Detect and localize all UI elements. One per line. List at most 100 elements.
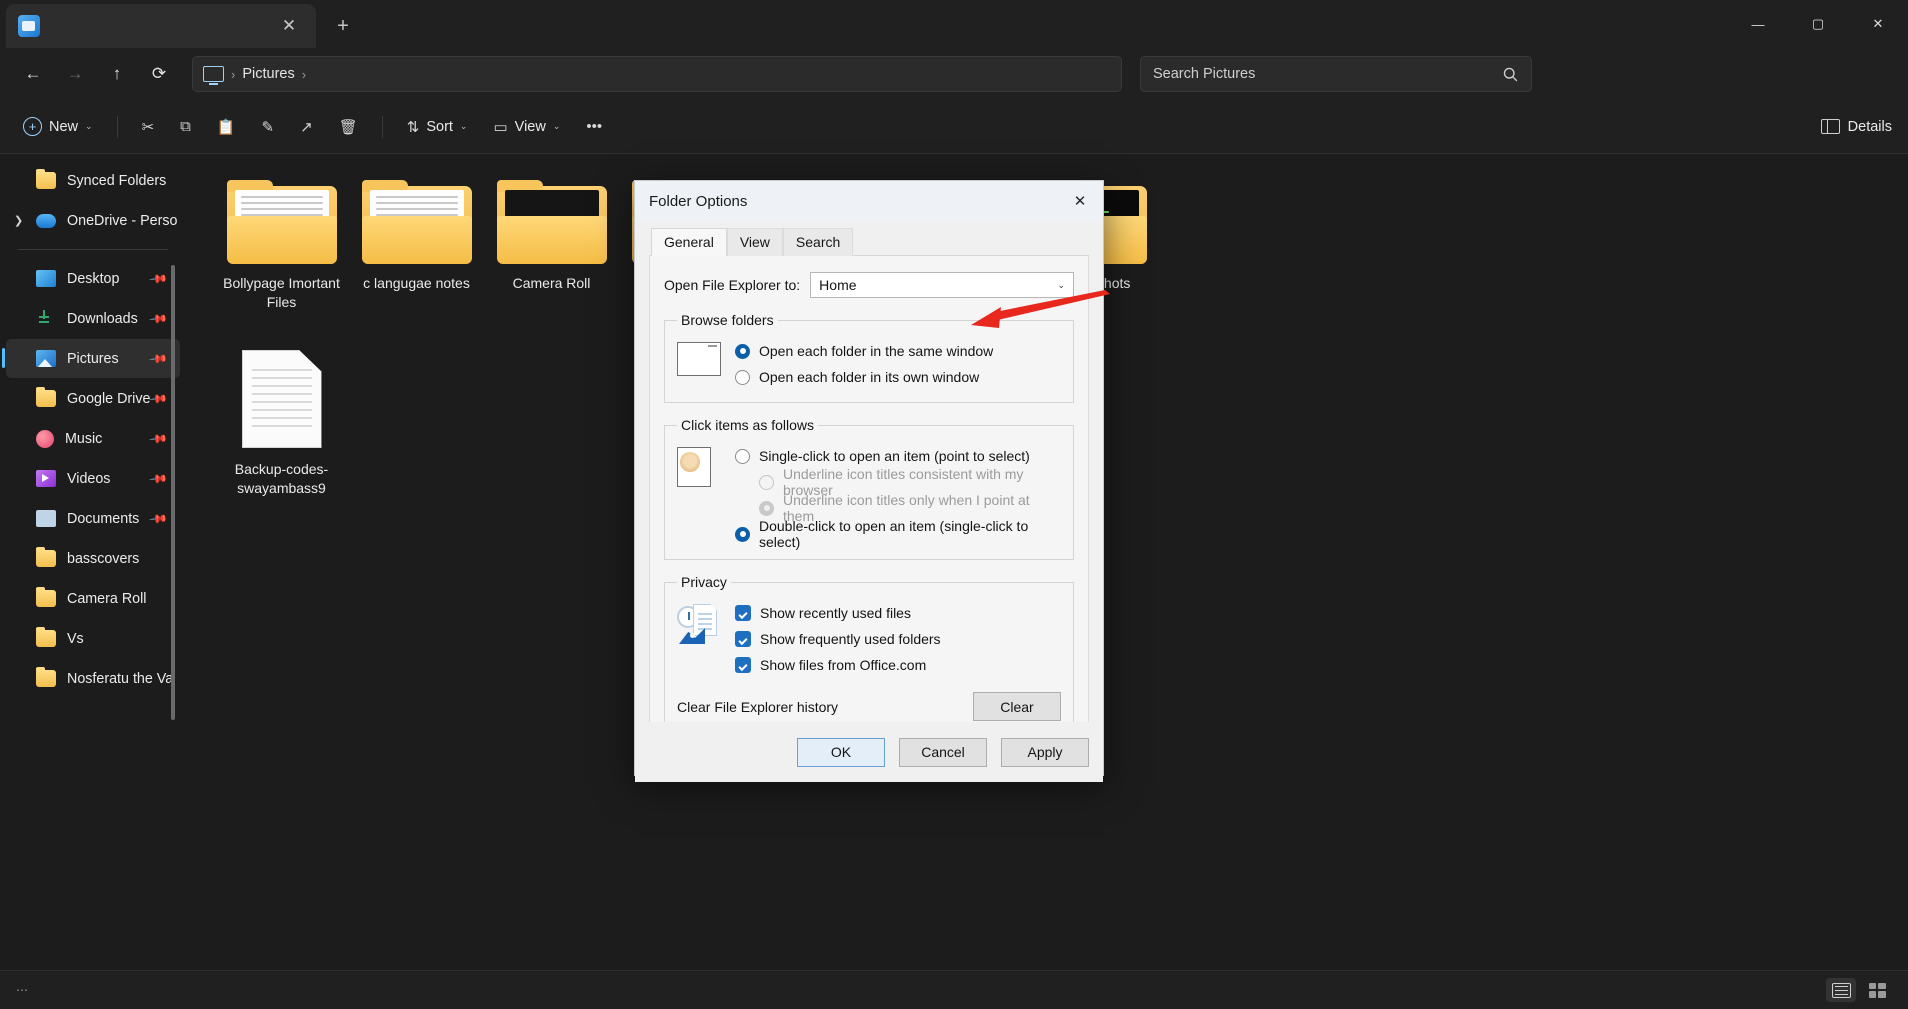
sidebar-item-downloads[interactable]: Downloads 📌 xyxy=(6,299,180,338)
apply-button[interactable]: Apply xyxy=(1001,738,1089,767)
refresh-button[interactable]: ⟳ xyxy=(140,57,178,91)
maximize-button[interactable]: ▢ xyxy=(1788,0,1848,48)
sidebar-item-documents[interactable]: Documents 📌 xyxy=(6,499,180,538)
checkbox-label: Show files from Office.com xyxy=(760,657,926,673)
close-window-button[interactable]: ✕ xyxy=(1848,0,1908,48)
sidebar-item-music[interactable]: Music 📌 xyxy=(6,419,180,458)
checkbox-frequently-used-folders[interactable]: Show frequently used folders xyxy=(735,626,1061,652)
cancel-button[interactable]: Cancel xyxy=(899,738,987,767)
clear-button[interactable]: Clear xyxy=(973,692,1061,721)
pin-icon: 📌 xyxy=(148,468,168,488)
radio-icon xyxy=(735,527,750,542)
radio-open-same-window[interactable]: Open each folder in the same window xyxy=(735,338,1061,364)
grid-item-label: Bollypage Imortant Files xyxy=(218,274,346,312)
file-explorer-window: ✕ + — ▢ ✕ ← → ↑ ⟳ › Pictures › Search Pi… xyxy=(0,0,1908,1009)
status-left: ⋯ xyxy=(16,983,28,997)
copy-button[interactable]: ⧉ xyxy=(169,109,202,145)
chevron-right-icon[interactable]: ❯ xyxy=(14,214,23,227)
breadcrumb-separator-2: › xyxy=(302,67,306,82)
tab-view[interactable]: View xyxy=(727,228,783,256)
sidebar-item-synced-folders[interactable]: Synced Folders xyxy=(6,161,180,200)
sort-label: Sort xyxy=(426,119,453,135)
breadcrumb-pictures[interactable]: Pictures xyxy=(242,66,294,82)
new-button[interactable]: + New ⌄ xyxy=(12,109,104,145)
grid-item-folder[interactable]: Camera Roll xyxy=(484,176,619,312)
sidebar-item-nosferatu[interactable]: Nosferatu the Va xyxy=(6,659,180,698)
details-pane-button[interactable]: Details xyxy=(1821,119,1892,135)
privacy-group: Privacy Show recently xyxy=(664,574,1074,734)
more-options-button[interactable]: ••• xyxy=(575,109,613,145)
tab-search[interactable]: Search xyxy=(783,228,853,256)
download-icon xyxy=(36,310,56,327)
address-bar[interactable]: › Pictures › xyxy=(192,56,1122,92)
sort-button[interactable]: ⇅ Sort ⌄ xyxy=(396,109,479,145)
status-dots-icon: ⋯ xyxy=(16,983,28,997)
sidebar-item-label: basscovers xyxy=(67,551,139,567)
grid-item-file[interactable]: Backup-codes-swayambass9 xyxy=(214,350,349,498)
radio-label: Single-click to open an item (point to s… xyxy=(759,448,1030,464)
sidebar-item-label: Google Drive xyxy=(67,391,150,407)
pin-icon: 📌 xyxy=(148,348,168,368)
grid-item-folder[interactable]: c langugae notes xyxy=(349,176,484,312)
explorer-tab[interactable]: ✕ xyxy=(6,4,316,48)
close-icon[interactable]: ✕ xyxy=(1057,181,1103,221)
pin-icon: 📌 xyxy=(148,428,168,448)
grid-view-icon[interactable] xyxy=(1862,978,1892,1002)
checkbox-office-files[interactable]: Show files from Office.com xyxy=(735,652,1061,678)
dialog-body: General View Search Open File Explorer t… xyxy=(635,226,1103,782)
folder-icon xyxy=(36,172,56,189)
ellipsis-icon: ••• xyxy=(586,118,602,135)
forward-button[interactable]: → xyxy=(56,57,94,91)
folder-icon xyxy=(36,390,56,407)
sidebar-item-videos[interactable]: Videos 📌 xyxy=(6,459,180,498)
open-explorer-value: Home xyxy=(819,277,856,293)
paste-button[interactable]: 📋 xyxy=(206,109,247,145)
chevron-down-icon: ⌄ xyxy=(85,121,93,132)
sidebar-item-desktop[interactable]: Desktop 📌 xyxy=(6,259,180,298)
sidebar-item-onedrive[interactable]: ❯ OneDrive - Perso xyxy=(6,201,180,240)
open-explorer-select[interactable]: Home ⌄ xyxy=(810,272,1074,298)
folder-icon xyxy=(362,180,472,264)
tab-general[interactable]: General xyxy=(651,228,727,256)
checkbox-icon xyxy=(735,631,751,647)
sidebar-item-basscovers[interactable]: basscovers xyxy=(6,539,180,578)
checkbox-label: Show frequently used folders xyxy=(760,631,941,647)
view-button[interactable]: ▭ View ⌄ xyxy=(482,109,571,145)
radio-icon xyxy=(735,344,750,359)
folder-options-dialog[interactable]: Folder Options ✕ General View Search Ope… xyxy=(634,180,1104,776)
ok-button[interactable]: OK xyxy=(797,738,885,767)
trash-icon: 🗑 xyxy=(339,118,358,136)
navigation-sidebar[interactable]: Synced Folders ❯ OneDrive - Perso Deskto… xyxy=(0,154,186,794)
checkbox-icon xyxy=(735,657,751,673)
up-button[interactable]: ↑ xyxy=(98,57,136,91)
search-input[interactable]: Search Pictures xyxy=(1140,56,1532,92)
sidebar-item-camera-roll[interactable]: Camera Roll xyxy=(6,579,180,618)
click-items-group: Click items as follows Single-click to o… xyxy=(664,417,1074,560)
share-button[interactable]: ↗ xyxy=(289,109,324,145)
delete-button[interactable]: 🗑 xyxy=(328,109,369,145)
checkbox-recently-used-files[interactable]: Show recently used files xyxy=(735,600,1061,626)
dialog-tabs[interactable]: General View Search xyxy=(649,226,1089,256)
list-view-icon[interactable] xyxy=(1826,978,1856,1002)
tab-close-icon[interactable]: ✕ xyxy=(274,11,304,41)
back-button[interactable]: ← xyxy=(14,57,52,91)
view-toggle-group[interactable] xyxy=(1826,978,1892,1002)
sidebar-item-google-drive[interactable]: Google Drive 📌 xyxy=(6,379,180,418)
plus-icon: + xyxy=(23,117,42,136)
cut-button[interactable]: ✂ xyxy=(131,109,166,145)
details-pane-icon xyxy=(1821,119,1840,134)
sidebar-scrollbar[interactable] xyxy=(171,265,175,720)
grid-item-folder[interactable]: Bollypage Imortant Files xyxy=(214,176,349,312)
radio-open-own-window[interactable]: Open each folder in its own window xyxy=(735,364,1061,390)
view-icon: ▭ xyxy=(493,118,507,136)
radio-label: Open each folder in its own window xyxy=(759,369,979,385)
sidebar-item-vs[interactable]: Vs xyxy=(6,619,180,658)
radio-icon xyxy=(735,370,750,385)
radio-double-click[interactable]: Double-click to open an item (single-cli… xyxy=(735,521,1061,547)
new-tab-button[interactable]: + xyxy=(328,11,358,41)
rename-button[interactable]: ✎ xyxy=(251,109,286,145)
minimize-button[interactable]: — xyxy=(1728,0,1788,48)
sidebar-item-pictures[interactable]: Pictures 📌 xyxy=(6,339,180,378)
pin-icon: 📌 xyxy=(148,388,168,408)
toolbar-divider-2 xyxy=(382,116,383,138)
